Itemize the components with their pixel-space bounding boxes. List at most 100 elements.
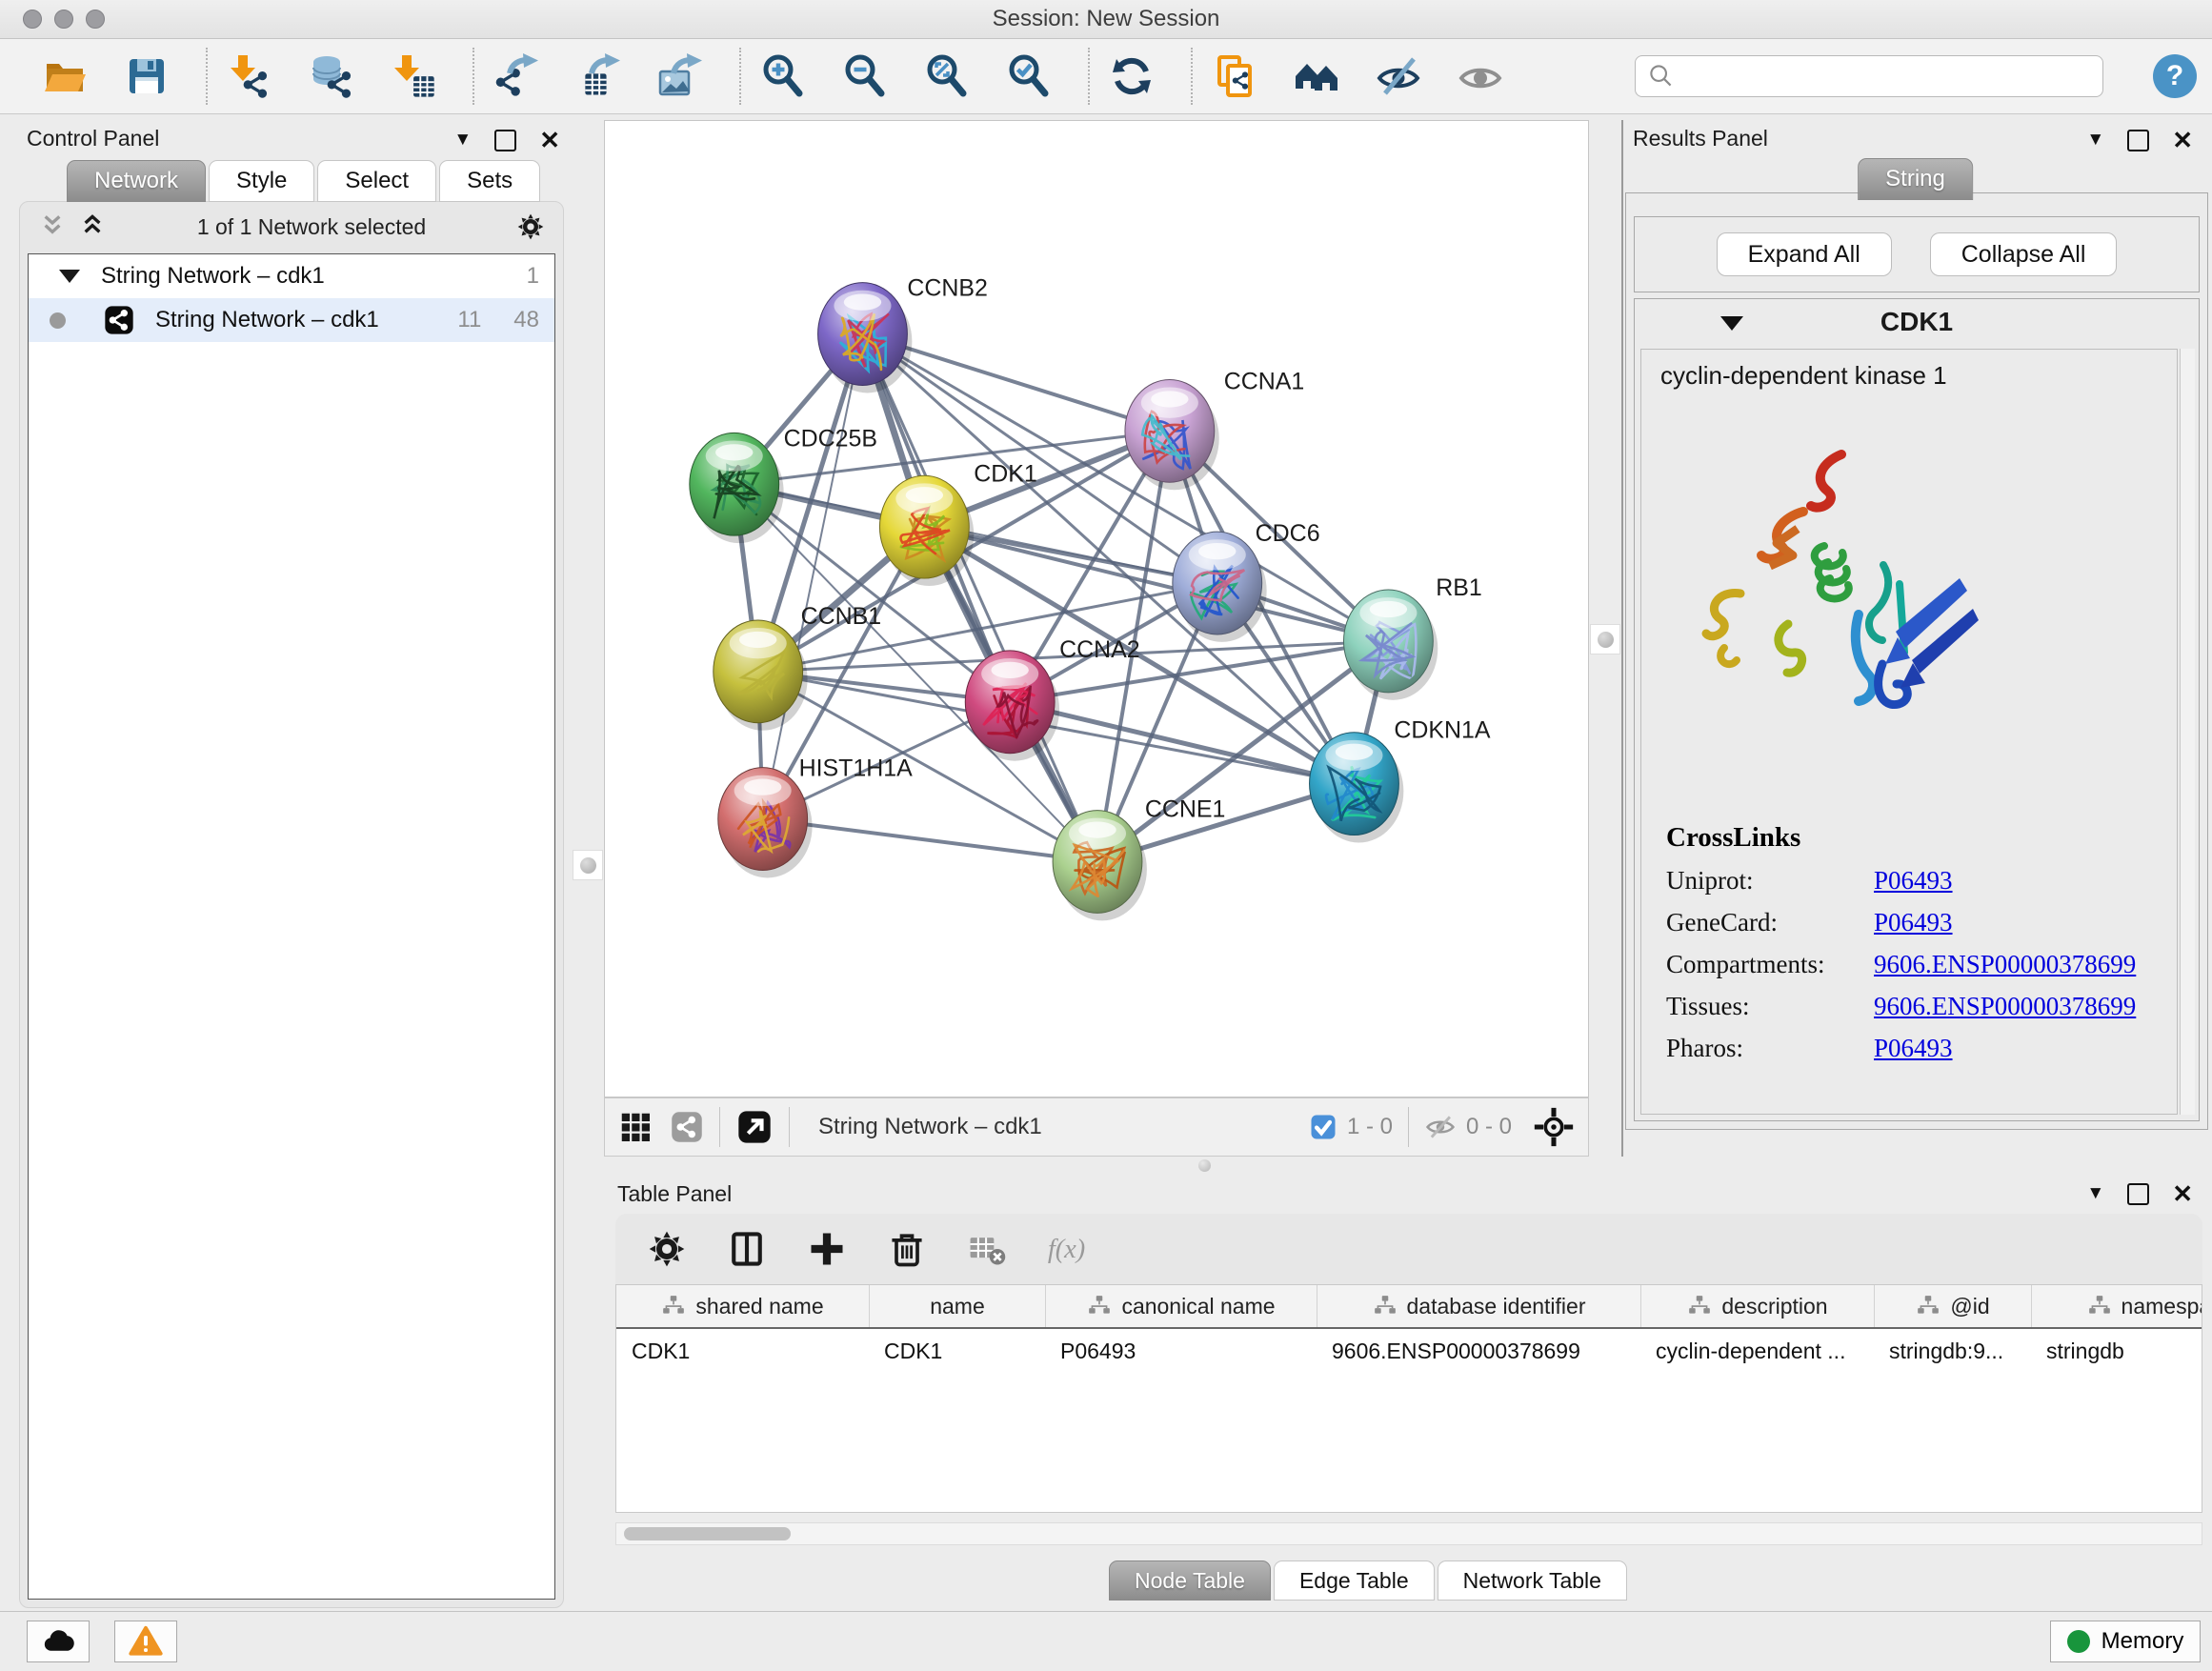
apply-preferred-layout-button[interactable]: [1107, 51, 1156, 101]
table-panel-close-icon[interactable]: ✕: [2172, 1181, 2193, 1206]
zoom-window-button[interactable]: [86, 10, 105, 29]
crosslink-link[interactable]: 9606.ENSP00000378699: [1874, 950, 2136, 979]
detach-view-icon[interactable]: [735, 1108, 774, 1146]
crosslink-link[interactable]: P06493: [1874, 866, 1953, 896]
results-panel-menu-icon[interactable]: ▼: [2086, 130, 2104, 151]
network-options-gear-icon[interactable]: [515, 211, 546, 242]
table-cell[interactable]: CDK1: [616, 1329, 869, 1373]
import-table-from-file-button[interactable]: [389, 51, 438, 101]
column-header-namespace[interactable]: namespace: [2031, 1285, 2202, 1327]
results-panel-float-icon[interactable]: [2127, 130, 2149, 151]
column-header-name[interactable]: name: [869, 1285, 1045, 1327]
edge-CCNB2-CCNE1[interactable]: [862, 334, 1097, 862]
control-tab-network[interactable]: Network: [67, 160, 206, 202]
collapse-all-chevrons-icon[interactable]: [37, 211, 68, 242]
selected-checkbox-icon[interactable]: [1309, 1113, 1337, 1141]
table-cell[interactable]: stringdb: [2031, 1329, 2202, 1373]
crosslink-link[interactable]: 9606.ENSP00000378699: [1874, 992, 2136, 1021]
table-settings-button[interactable]: [646, 1228, 688, 1270]
control-tab-select[interactable]: Select: [317, 160, 436, 202]
network-node-CDKN1A[interactable]: CDKN1A: [1310, 717, 1491, 843]
delete-column-button[interactable]: [886, 1228, 928, 1270]
toggle-columns-button[interactable]: [726, 1228, 768, 1270]
grid-view-icon[interactable]: [618, 1110, 653, 1144]
network-collection-row[interactable]: String Network – cdk1 1: [29, 254, 554, 298]
network-view-mode-icon[interactable]: [670, 1110, 704, 1144]
table-row[interactable]: CDK1CDK1P064939606.ENSP00000378699cyclin…: [616, 1329, 2202, 1373]
crosslink-link[interactable]: P06493: [1874, 908, 1953, 937]
expand-all-button[interactable]: Expand All: [1717, 232, 1892, 276]
column-header-canonical-name[interactable]: canonical name: [1045, 1285, 1317, 1327]
network-node-HIST1H1A[interactable]: HIST1H1A: [718, 755, 913, 878]
add-column-button[interactable]: [806, 1228, 848, 1270]
table-tab-network-table[interactable]: Network Table: [1438, 1560, 1627, 1601]
results-panel-close-icon[interactable]: ✕: [2172, 128, 2193, 152]
table-panel-menu-icon[interactable]: ▼: [2086, 1183, 2104, 1204]
scrollbar-thumb[interactable]: [624, 1527, 791, 1540]
right-splitter-handle[interactable]: [1590, 624, 1620, 654]
function-builder-button[interactable]: f(x): [1046, 1228, 1088, 1270]
zoom-in-button[interactable]: [758, 51, 808, 101]
column-header-description[interactable]: description: [1640, 1285, 1874, 1327]
zoom-fit-content-button[interactable]: [922, 51, 972, 101]
tab-string[interactable]: String: [1858, 158, 1973, 200]
left-splitter-handle[interactable]: [573, 850, 603, 880]
help-button[interactable]: ?: [2153, 54, 2197, 98]
table-cell[interactable]: CDK1: [869, 1329, 1045, 1373]
control-tab-sets[interactable]: Sets: [439, 160, 540, 202]
navigator-crosshair-icon[interactable]: [1533, 1106, 1575, 1148]
collapse-all-button[interactable]: Collapse All: [1930, 232, 2118, 276]
left-splitter[interactable]: [572, 120, 604, 1610]
edge-CCNA2-CDKN1A[interactable]: [1010, 702, 1354, 784]
control-tab-style[interactable]: Style: [209, 160, 314, 202]
table-panel-float-icon[interactable]: [2127, 1183, 2149, 1205]
network-node-CCNB2[interactable]: CCNB2: [818, 275, 988, 393]
memory-button[interactable]: Memory: [2050, 1621, 2201, 1662]
import-network-from-file-button[interactable]: [225, 51, 274, 101]
export-network-button[interactable]: [492, 51, 541, 101]
float-panel-icon[interactable]: [494, 130, 516, 151]
horizontal-splitter-handle[interactable]: [1198, 1159, 1211, 1172]
collection-expand-icon[interactable]: [59, 270, 80, 293]
export-image-button[interactable]: [655, 51, 705, 101]
network-node-CDC25B[interactable]: CDC25B: [690, 425, 877, 543]
search-input[interactable]: [1678, 63, 2093, 90]
edge-HIST1H1A-CCNE1[interactable]: [763, 819, 1097, 862]
hidden-eye-icon[interactable]: [1424, 1111, 1457, 1143]
copy-network-button[interactable]: [1210, 51, 1259, 101]
delete-table-button[interactable]: [966, 1228, 1008, 1270]
first-neighbors-button[interactable]: [1292, 51, 1341, 101]
close-window-button[interactable]: [23, 10, 42, 29]
table-cell[interactable]: 9606.ENSP00000378699: [1317, 1329, 1640, 1373]
export-table-button[interactable]: [573, 51, 623, 101]
right-splitter[interactable]: [1589, 120, 1623, 1174]
warnings-button[interactable]: [114, 1621, 177, 1662]
save-session-button[interactable]: [122, 51, 171, 101]
open-session-button[interactable]: [40, 51, 90, 101]
minimize-window-button[interactable]: [54, 10, 73, 29]
network-node-RB1[interactable]: RB1: [1343, 574, 1481, 700]
column-header--id[interactable]: @id: [1874, 1285, 2031, 1327]
import-network-from-database-button[interactable]: [307, 51, 356, 101]
table-horizontal-scrollbar[interactable]: [615, 1522, 2202, 1545]
network-row[interactable]: String Network – cdk1 11 48: [29, 298, 554, 342]
gene-section-scrollbar[interactable]: [2180, 349, 2195, 1115]
table-cell[interactable]: P06493: [1045, 1329, 1317, 1373]
close-panel-icon[interactable]: ✕: [539, 128, 560, 152]
cloud-status-button[interactable]: [27, 1621, 90, 1662]
edge-CCNB2-HIST1H1A[interactable]: [763, 334, 863, 819]
table-cell[interactable]: cyclin-dependent ...: [1640, 1329, 1874, 1373]
crosslink-link[interactable]: P06493: [1874, 1034, 1953, 1063]
network-node-CCNE1[interactable]: CCNE1: [1053, 796, 1225, 921]
table-cell[interactable]: stringdb:9...: [1874, 1329, 2031, 1373]
table-tab-edge-table[interactable]: Edge Table: [1274, 1560, 1435, 1601]
zoom-selected-button[interactable]: [1004, 51, 1054, 101]
hide-selected-button[interactable]: [1374, 51, 1423, 101]
panel-menu-icon[interactable]: ▼: [453, 130, 472, 151]
gene-section-header[interactable]: CDK1: [1635, 299, 2199, 345]
network-canvas[interactable]: CCNB2CCNA1CDC25BCDK1CDC6RB1CCNB1CCNA2CDK…: [604, 120, 1589, 1097]
expand-all-chevrons-icon[interactable]: [77, 211, 108, 242]
zoom-out-button[interactable]: [840, 51, 890, 101]
show-all-button[interactable]: [1456, 51, 1505, 101]
network-node-CDC6[interactable]: CDC6: [1173, 520, 1320, 642]
